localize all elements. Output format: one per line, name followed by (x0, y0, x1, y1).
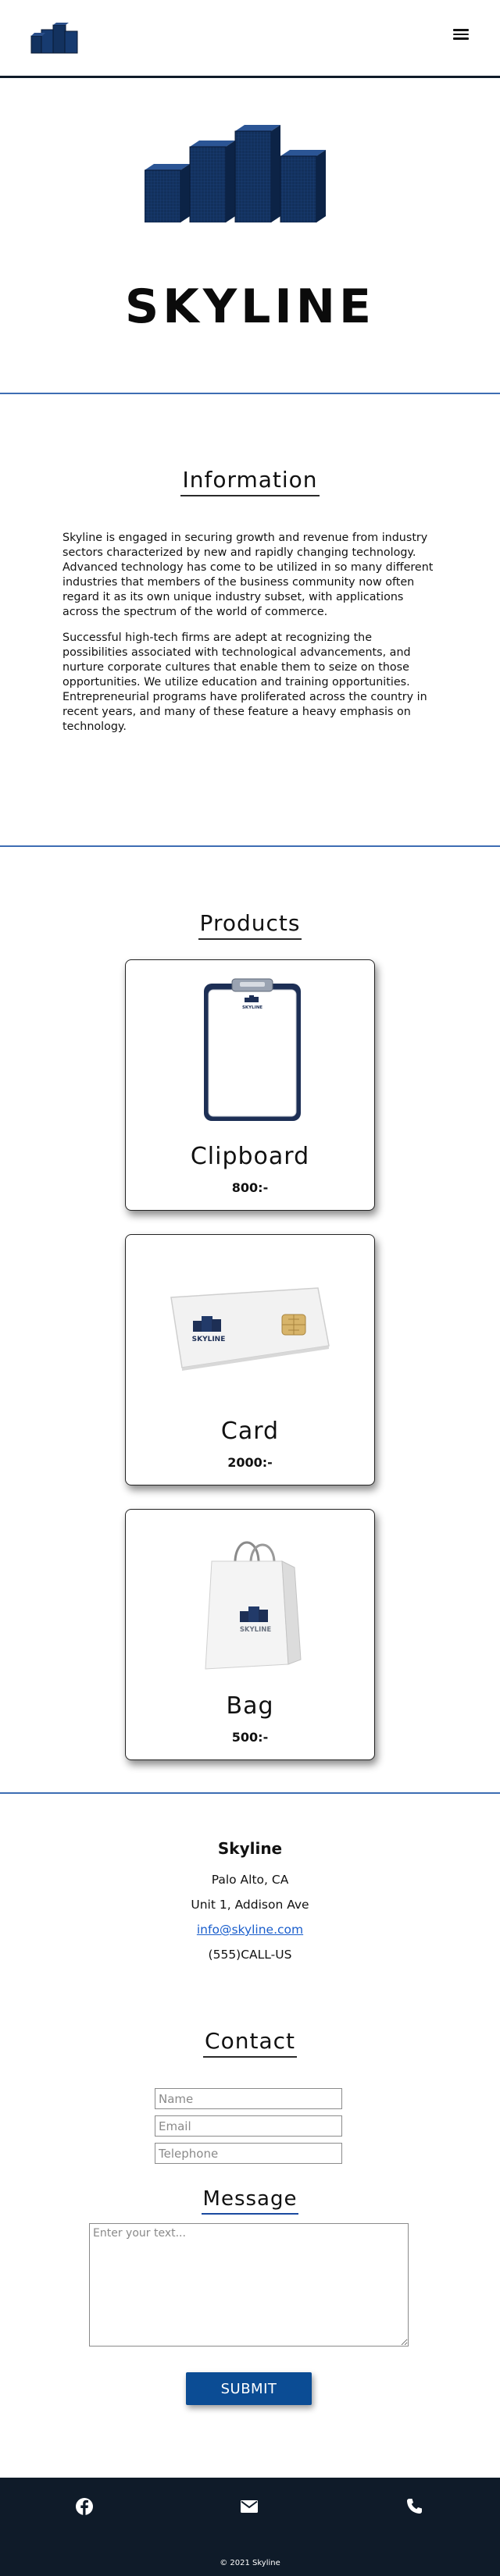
information-paragraph: Skyline is engaged in securing growth an… (62, 532, 434, 618)
product-card-clipboard[interactable]: SKYLINE Clipboard 800:- (125, 959, 375, 1211)
bag-brand-text: SKYLINE (240, 1626, 272, 1634)
company-address: Skyline Palo Alto, CA Unit 1, Addison Av… (0, 1839, 500, 1967)
telephone-field[interactable] (155, 2143, 342, 2164)
mail-icon[interactable] (238, 2495, 261, 2518)
information-text: Skyline is engaged in securing growth an… (62, 531, 438, 745)
product-price: 2000:- (227, 1455, 273, 1470)
address-street: Unit 1, Addison Ave (191, 1898, 309, 1912)
sim-card-image: SKYLINE (170, 1287, 330, 1371)
message-textarea[interactable] (89, 2223, 409, 2347)
email-field[interactable] (155, 2115, 342, 2137)
section-divider (0, 1792, 500, 1794)
skyline-buildings-logo (145, 125, 326, 222)
information-heading: Information (0, 467, 500, 496)
hamburger-menu-icon[interactable] (450, 27, 472, 47)
product-price: 800:- (231, 1180, 269, 1195)
message-heading: Message (0, 2187, 500, 2215)
address-city: Palo Alto, CA (211, 1873, 289, 1887)
email-link[interactable]: info@skyline.com (197, 1923, 303, 1937)
footer: © 2021 Skyline (0, 2478, 500, 2576)
product-price: 500:- (231, 1730, 269, 1745)
contact-heading: Contact (0, 2028, 500, 2058)
product-name: Card (220, 1418, 280, 1445)
clipboard-image: SKYLINE (204, 978, 301, 1121)
facebook-icon[interactable] (73, 2495, 96, 2518)
skyline-buildings-icon[interactable] (30, 22, 80, 55)
section-divider (0, 393, 500, 394)
products-heading: Products (0, 910, 500, 940)
card-brand-text: SKYLINE (192, 1336, 226, 1343)
submit-button[interactable]: SUBMIT (186, 2372, 312, 2405)
clipboard-brand-text: SKYLINE (242, 1005, 262, 1010)
shopping-bag-image: SKYLINE (205, 1541, 302, 1670)
product-card-bag[interactable]: SKYLINE Bag 500:- (125, 1509, 375, 1760)
name-field[interactable] (155, 2088, 342, 2109)
product-name: Bag (226, 1692, 274, 1720)
site-title: SKYLINE (125, 279, 375, 334)
section-divider (0, 845, 500, 847)
phone-icon[interactable] (402, 2495, 426, 2518)
phone-number: (555)CALL-US (208, 1948, 292, 1962)
product-card-card[interactable]: SKYLINE Card 2000:- (125, 1234, 375, 1485)
top-navbar (0, 0, 500, 78)
copyright-text: © 2021 Skyline (220, 2559, 280, 2567)
information-paragraph: Successful high-tech firms are adept at … (62, 632, 427, 733)
product-name: Clipboard (190, 1143, 310, 1170)
company-name: Skyline (217, 1839, 283, 1858)
